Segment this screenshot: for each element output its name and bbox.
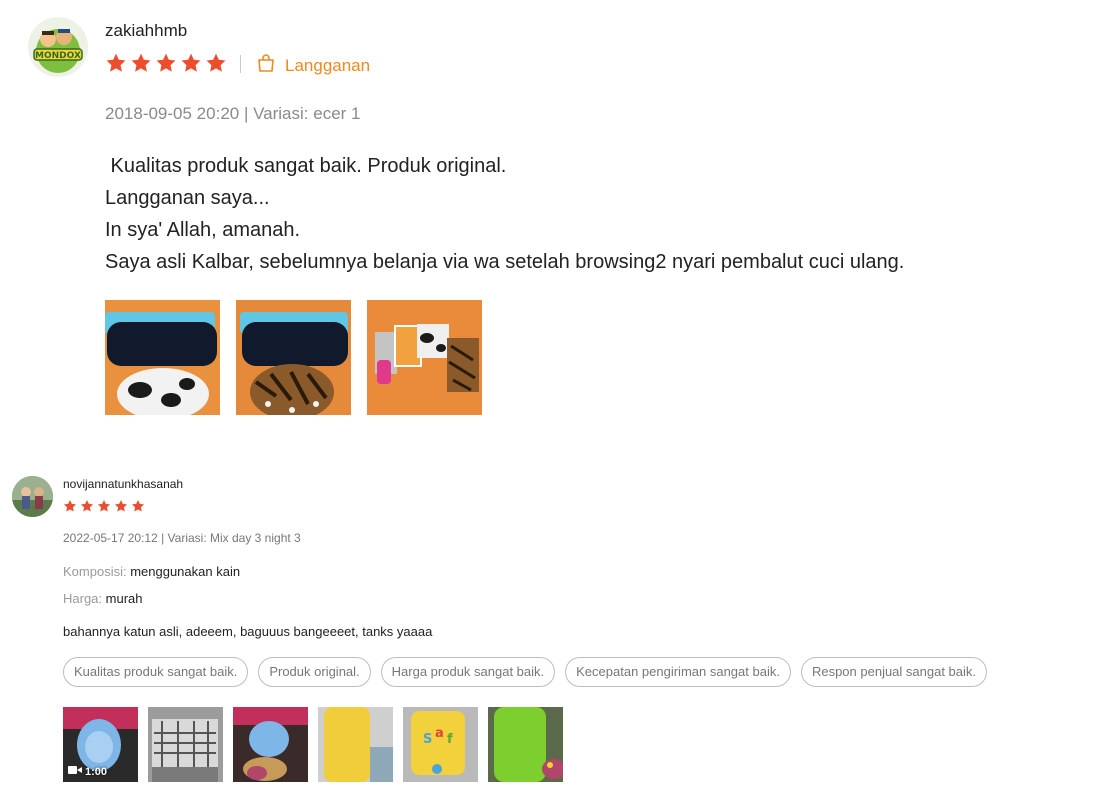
svg-text:f: f [447,732,453,747]
attribute-harga: Harga: murah [63,591,143,606]
star-icon [114,499,128,513]
attribute-value: murah [105,591,143,606]
svg-text:MONDOX: MONDOX [35,51,81,61]
attribute-label: Komposisi: [63,564,127,579]
mondox-logo-avatar[interactable]: MONDOX [28,17,88,77]
review-tags: Kualitas produk sangat baik. Produk orig… [63,657,988,687]
attribute-value: menggunakan kain [130,564,241,579]
star-icon [155,52,177,74]
star-icon [105,52,127,74]
review-image-thumbnail[interactable] [318,707,393,782]
review-image-thumbnail[interactable] [105,300,220,415]
review-meta: 2018-09-05 20:20 | Variasi: ecer 1 [105,104,361,123]
review-image-thumbnail[interactable] [367,300,482,415]
review-image-thumbnail[interactable] [488,707,563,782]
review-tag: Harga produk sangat baik. [380,657,556,687]
star-icon [97,499,111,513]
review-images [105,300,482,415]
video-duration: 1:00 [85,765,108,778]
star-icon [205,52,227,74]
star-icon [130,52,152,74]
divider [240,55,241,73]
video-camera-icon [68,765,82,778]
review-text-line: Kualitas produk sangat baik. Produk orig… [105,155,507,177]
review-image-thumbnail[interactable] [236,300,351,415]
rating-stars [105,52,227,74]
review-meta: 2022-05-17 20:12 | Variasi: Mix day 3 ni… [63,531,301,545]
shopping-bag-icon [256,53,276,78]
video-indicator: 1:00 [68,765,107,778]
svg-text:S: S [423,732,432,747]
reviewer-username[interactable]: novijannatunkhasanah [63,477,183,491]
review-tag: Kualitas produk sangat baik. [63,657,249,687]
user-photo-avatar[interactable] [12,476,53,517]
review-text-line: Langganan saya... [105,187,270,209]
review-image-thumbnail[interactable] [148,707,223,782]
subscription-label: Langganan [285,55,371,75]
star-icon [131,499,145,513]
review-item: novijannatunkhasanah 2022-05-17 20:12 | … [0,455,1100,800]
review-media: 1:00 S a f [63,707,563,782]
reviewer-username[interactable]: zakiahhmb [105,21,187,41]
star-icon [63,499,77,513]
star-icon [180,52,202,74]
star-icon [80,499,94,513]
svg-text:a: a [435,726,444,741]
review-tag: Kecepatan pengiriman sangat baik. [565,657,791,687]
attribute-komposisi: Komposisi: menggunakan kain [63,564,240,579]
review-image-thumbnail[interactable] [233,707,308,782]
review-text: Kualitas produk sangat baik. Produk orig… [105,150,904,278]
subscription-badge: Langganan [256,53,370,78]
review-video-thumbnail[interactable]: 1:00 [63,707,138,782]
review-tag: Respon penjual sangat baik. [800,657,988,687]
review-tag: Produk original. [258,657,371,687]
review-text-line: In sya' Allah, amanah. [105,219,301,241]
rating-stars [63,499,145,513]
review-item: MONDOX zakiahhmb Langganan 2018-09-05 20… [0,0,1100,440]
attribute-label: Harga: [63,591,103,606]
review-text-line: Saya asli Kalbar, sebelumnya belanja via… [105,251,905,273]
review-text: bahannya katun asli, adeeem, baguuus ban… [63,624,433,639]
review-image-thumbnail[interactable]: S a f [403,707,478,782]
